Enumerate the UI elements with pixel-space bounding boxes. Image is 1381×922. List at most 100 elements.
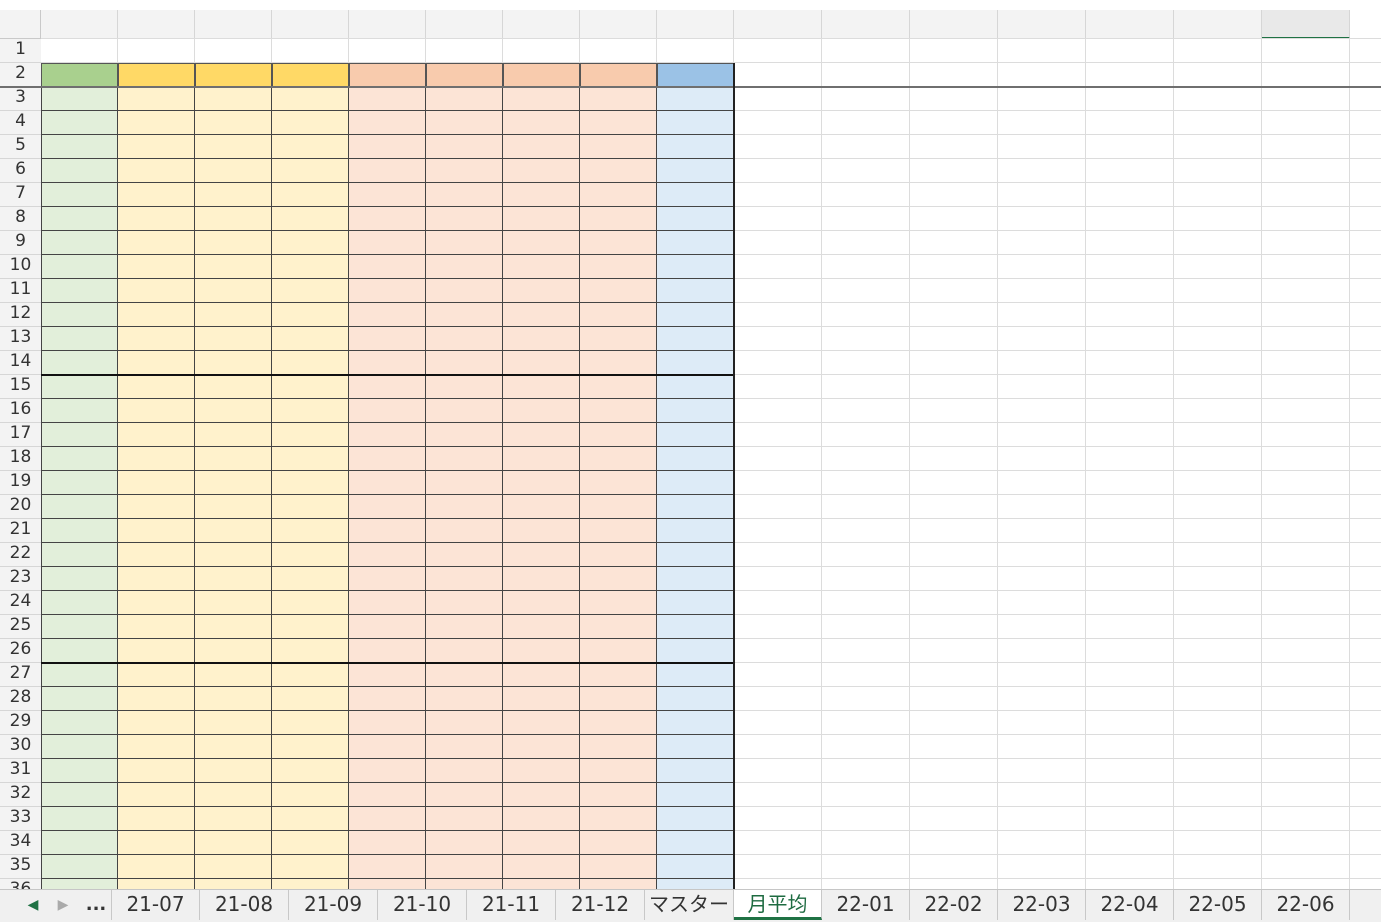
date-cell[interactable] — [41, 519, 118, 543]
value-cell[interactable] — [272, 399, 349, 423]
value-cell[interactable] — [657, 447, 734, 471]
value-cell[interactable] — [349, 471, 426, 495]
value-cell[interactable] — [349, 255, 426, 279]
value-cell[interactable] — [580, 663, 657, 687]
value-cell[interactable] — [580, 567, 657, 591]
date-cell[interactable] — [41, 399, 118, 423]
value-cell[interactable] — [580, 279, 657, 303]
row-header[interactable]: 27 — [0, 663, 41, 687]
value-cell[interactable] — [657, 783, 734, 807]
value-cell[interactable] — [118, 879, 195, 889]
value-cell[interactable] — [272, 735, 349, 759]
value-cell[interactable] — [195, 543, 272, 567]
value-cell[interactable] — [195, 831, 272, 855]
date-cell[interactable] — [41, 351, 118, 375]
value-cell[interactable] — [426, 279, 503, 303]
value-cell[interactable] — [503, 399, 580, 423]
value-cell[interactable] — [657, 207, 734, 231]
value-cell[interactable] — [503, 759, 580, 783]
value-cell[interactable] — [426, 351, 503, 375]
value-cell[interactable] — [657, 543, 734, 567]
value-cell[interactable] — [349, 543, 426, 567]
value-cell[interactable] — [426, 591, 503, 615]
value-cell[interactable] — [503, 183, 580, 207]
value-cell[interactable] — [580, 759, 657, 783]
value-cell[interactable] — [580, 879, 657, 889]
column-header-c[interactable] — [195, 10, 272, 39]
value-cell[interactable] — [272, 687, 349, 711]
value-cell[interactable] — [195, 783, 272, 807]
row-header[interactable]: 5 — [0, 135, 41, 159]
column-header-f[interactable] — [426, 10, 503, 39]
value-cell[interactable] — [349, 615, 426, 639]
value-cell[interactable] — [580, 423, 657, 447]
sheet-tab[interactable]: 22-02 — [910, 890, 998, 920]
value-cell[interactable] — [580, 135, 657, 159]
value-cell[interactable] — [426, 663, 503, 687]
value-cell[interactable] — [503, 471, 580, 495]
column-header-b[interactable] — [118, 10, 195, 39]
row-header[interactable]: 32 — [0, 783, 41, 807]
date-cell[interactable] — [41, 423, 118, 447]
row-header[interactable]: 3 — [0, 87, 41, 111]
value-cell[interactable] — [349, 687, 426, 711]
value-cell[interactable] — [503, 735, 580, 759]
value-cell[interactable] — [272, 111, 349, 135]
scroll-right-icon[interactable]: ▶ — [52, 890, 74, 920]
row-header[interactable]: 20 — [0, 495, 41, 519]
value-cell[interactable] — [426, 711, 503, 735]
value-cell[interactable] — [580, 447, 657, 471]
value-cell[interactable] — [503, 639, 580, 663]
value-cell[interactable] — [195, 279, 272, 303]
sheet-tab[interactable]: 22-01 — [822, 890, 910, 920]
value-cell[interactable] — [349, 87, 426, 111]
value-cell[interactable] — [118, 207, 195, 231]
value-cell[interactable] — [118, 807, 195, 831]
row-header[interactable]: 19 — [0, 471, 41, 495]
value-cell[interactable] — [657, 423, 734, 447]
value-cell[interactable] — [503, 279, 580, 303]
value-cell[interactable] — [426, 807, 503, 831]
value-cell[interactable] — [118, 375, 195, 399]
value-cell[interactable] — [349, 711, 426, 735]
row-header[interactable]: 1 — [0, 39, 41, 63]
column-header-i[interactable] — [657, 10, 734, 39]
value-cell[interactable] — [118, 447, 195, 471]
value-cell[interactable] — [657, 255, 734, 279]
value-cell[interactable] — [349, 831, 426, 855]
date-cell[interactable] — [41, 135, 118, 159]
value-cell[interactable] — [118, 783, 195, 807]
value-cell[interactable] — [657, 687, 734, 711]
date-cell[interactable] — [41, 207, 118, 231]
value-cell[interactable] — [657, 375, 734, 399]
row-header[interactable]: 2 — [0, 63, 41, 87]
date-cell[interactable] — [41, 447, 118, 471]
value-cell[interactable] — [195, 663, 272, 687]
value-cell[interactable] — [195, 159, 272, 183]
value-cell[interactable] — [426, 447, 503, 471]
select-all-corner[interactable] — [0, 10, 41, 39]
row-header[interactable]: 17 — [0, 423, 41, 447]
value-cell[interactable] — [195, 207, 272, 231]
value-cell[interactable] — [195, 375, 272, 399]
value-cell[interactable] — [272, 519, 349, 543]
column-header-e[interactable] — [349, 10, 426, 39]
row-header[interactable]: 25 — [0, 615, 41, 639]
value-cell[interactable] — [349, 783, 426, 807]
value-cell[interactable] — [657, 495, 734, 519]
date-cell[interactable] — [41, 183, 118, 207]
sheet-tab[interactable]: 22-06 — [1262, 890, 1350, 920]
value-cell[interactable] — [272, 831, 349, 855]
value-cell[interactable] — [503, 519, 580, 543]
value-cell[interactable] — [580, 495, 657, 519]
value-cell[interactable] — [272, 591, 349, 615]
value-cell[interactable] — [272, 159, 349, 183]
value-cell[interactable] — [657, 279, 734, 303]
value-cell[interactable] — [580, 735, 657, 759]
value-cell[interactable] — [118, 591, 195, 615]
value-cell[interactable] — [580, 831, 657, 855]
column-header-o[interactable] — [1174, 10, 1262, 39]
value-cell[interactable] — [503, 831, 580, 855]
value-cell[interactable] — [349, 855, 426, 879]
value-cell[interactable] — [118, 639, 195, 663]
